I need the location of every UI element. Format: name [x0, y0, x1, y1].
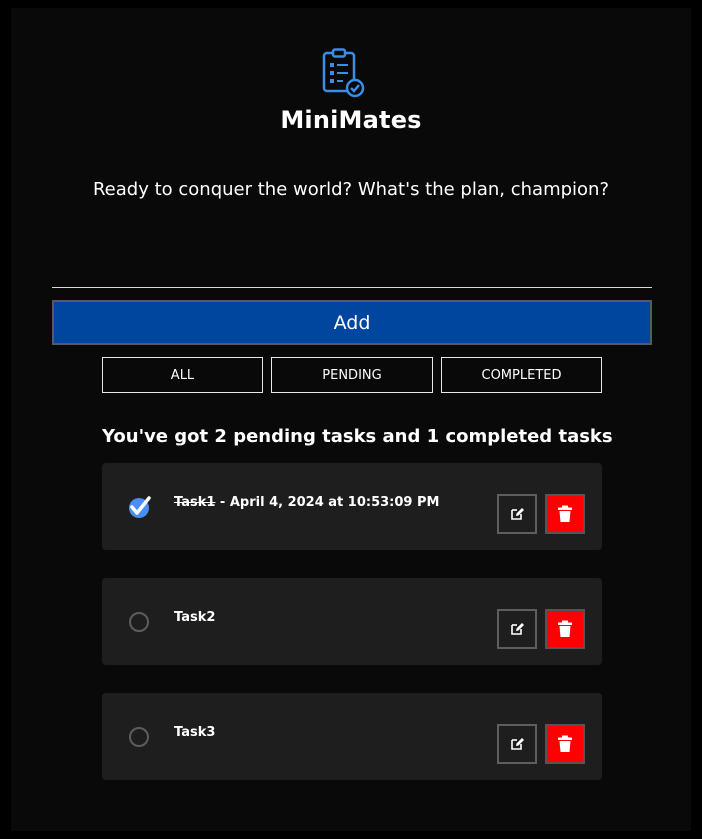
app-title: MiniMates [280, 106, 422, 134]
edit-icon [511, 623, 524, 635]
filter-bar: ALL PENDING COMPLETED [102, 357, 602, 393]
delete-button[interactable] [545, 494, 585, 534]
edit-button[interactable] [497, 494, 537, 534]
delete-button[interactable] [545, 609, 585, 649]
empty-circle-icon[interactable] [129, 727, 149, 747]
filter-all-button[interactable]: ALL [102, 357, 263, 393]
task-name: Task3 [174, 725, 216, 740]
task-name: Task2 [174, 610, 216, 625]
task-label: Task1 - April 4, 2024 at 10:53:09 PM [174, 495, 439, 510]
edit-icon [511, 738, 524, 750]
add-button[interactable]: Add [52, 300, 652, 345]
task-summary: You've got 2 pending tasks and 1 complet… [102, 426, 613, 447]
edit-button[interactable] [497, 609, 537, 649]
filter-pending-button[interactable]: PENDING [271, 357, 433, 393]
trash-icon [558, 505, 572, 522]
trash-icon [558, 735, 572, 752]
filter-completed-button[interactable]: COMPLETED [441, 357, 602, 393]
task-item: Task1 - April 4, 2024 at 10:53:09 PM [102, 463, 602, 550]
task-label: Task2 [174, 610, 215, 625]
task-label: Task3 [174, 725, 215, 740]
task-item: Task3 [102, 693, 602, 780]
checkmark-circle-icon[interactable] [127, 495, 151, 519]
clipboard-checklist-icon [322, 48, 365, 98]
edit-icon [511, 508, 524, 520]
empty-circle-icon[interactable] [129, 612, 149, 632]
app-subtitle: Ready to conquer the world? What's the p… [92, 179, 610, 200]
edit-button[interactable] [497, 724, 537, 764]
task-name: Task1 [174, 495, 216, 510]
task-timestamp: - April 4, 2024 at 10:53:09 PM [215, 495, 440, 510]
task-item: Task2 [102, 578, 602, 665]
delete-button[interactable] [545, 724, 585, 764]
task-input[interactable] [52, 250, 652, 288]
trash-icon [558, 620, 572, 637]
